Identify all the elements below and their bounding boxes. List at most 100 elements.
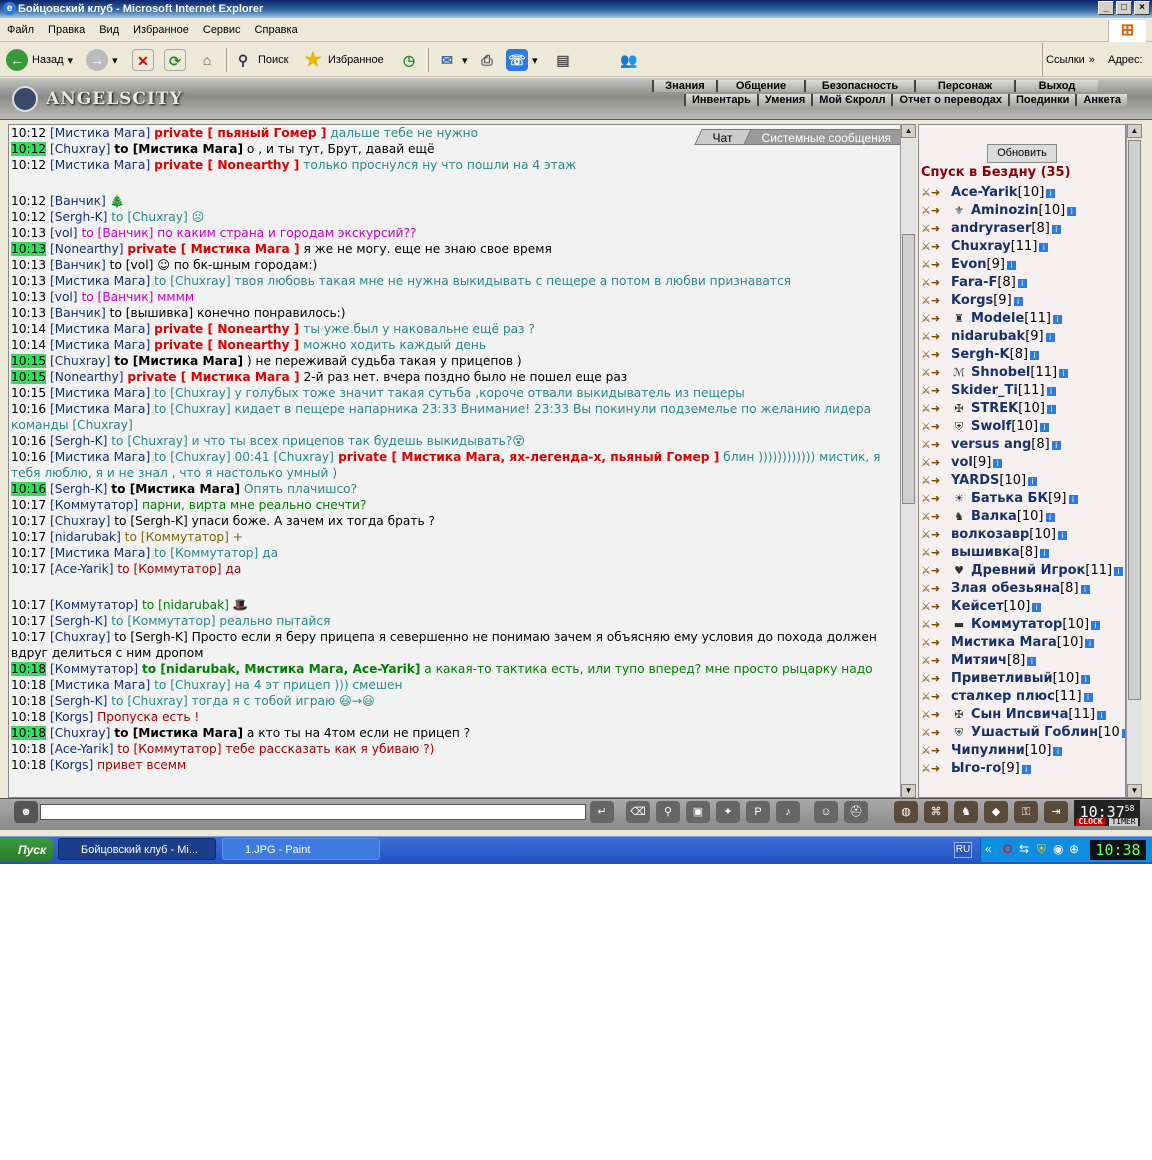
message-author[interactable]: [vol]: [50, 226, 78, 240]
message-recipient[interactable]: to [Chuxray]: [154, 274, 230, 288]
message-input[interactable]: [40, 804, 586, 820]
message-time[interactable]: 10:17: [11, 614, 46, 628]
menu-edit[interactable]: Правка: [41, 20, 92, 40]
send-enter-icon[interactable]: ↵: [590, 801, 614, 823]
message-recipient[interactable]: to [Chuxray]: [154, 386, 230, 400]
user-name[interactable]: Сын Ипсвича: [971, 706, 1068, 724]
scroll-down-icon[interactable]: ▼: [1127, 784, 1142, 798]
attack-icon[interactable]: ⚔➜: [921, 474, 943, 488]
nav-profile[interactable]: Анкета: [1075, 94, 1127, 106]
user-name[interactable]: Chuxray: [951, 238, 1011, 256]
menu-favorites[interactable]: Избранное: [126, 20, 196, 40]
message-recipient[interactable]: to [Sergh-K]: [114, 514, 188, 528]
refresh-button[interactable]: ⟳: [164, 47, 186, 73]
message-author[interactable]: [Chuxray]: [50, 142, 110, 156]
info-icon[interactable]: i: [1083, 692, 1093, 702]
clan-icon[interactable]: ⛨: [951, 724, 967, 742]
menu-file[interactable]: Файл: [0, 20, 41, 40]
scroll-icon[interactable]: ⌘: [924, 801, 948, 823]
info-icon[interactable]: i: [1080, 584, 1090, 594]
message-recipient[interactable]: to [nidarubak]: [142, 598, 229, 612]
message-time[interactable]: 10:18: [11, 662, 47, 676]
message-time[interactable]: 10:17: [11, 514, 46, 528]
nav-communication[interactable]: Общение: [716, 80, 804, 92]
user-name[interactable]: STREK: [971, 400, 1018, 418]
info-icon[interactable]: i: [1053, 746, 1063, 756]
user-name[interactable]: Злая обезьяна: [951, 580, 1060, 598]
nav-knowledge[interactable]: Знания: [652, 80, 716, 92]
info-icon[interactable]: i: [1045, 332, 1055, 342]
user-name[interactable]: Fara-F: [951, 274, 997, 292]
message-author[interactable]: [Мистика Мага]: [50, 678, 150, 692]
attack-icon[interactable]: ⚔➜: [921, 402, 943, 416]
message-time[interactable]: 10:18: [11, 694, 46, 708]
scroll-thumb[interactable]: [902, 234, 915, 504]
message-time[interactable]: 10:13: [11, 274, 46, 288]
message-recipient[interactable]: to [Ванчик]: [81, 226, 153, 240]
messenger-button[interactable]: ☏ ▾: [506, 47, 538, 73]
tab-chat[interactable]: Чат: [693, 129, 752, 145]
message-author[interactable]: [Sergh-K]: [50, 210, 107, 224]
tray-expand-icon[interactable]: «: [985, 842, 992, 856]
message-author[interactable]: [Ace-Yarik]: [50, 742, 113, 756]
info-icon[interactable]: i: [1039, 242, 1049, 252]
message-author[interactable]: [Nonearthy]: [50, 242, 124, 256]
message-time[interactable]: 10:17: [11, 598, 46, 612]
info-icon[interactable]: i: [1027, 656, 1037, 666]
attack-icon[interactable]: ⚔➜: [921, 204, 943, 218]
message-author[interactable]: [Мистика Мага]: [50, 450, 150, 464]
message-author[interactable]: [vol]: [50, 290, 78, 304]
private-recipient[interactable]: private [ пьяный Гомер ]: [154, 126, 326, 140]
attack-icon[interactable]: ⚔➜: [921, 582, 943, 596]
message-recipient[interactable]: to [Коммутатор]: [117, 742, 221, 756]
nav-duels[interactable]: Поединки: [1008, 94, 1076, 106]
message-recipient[interactable]: to [Мистика Мага]: [111, 482, 240, 496]
message-recipient[interactable]: to [Chuxray]: [154, 678, 230, 692]
message-recipient[interactable]: to [Мистика Мага]: [114, 726, 243, 740]
info-icon[interactable]: i: [1013, 296, 1023, 306]
message-author[interactable]: [Коммутатор]: [50, 662, 138, 676]
message-time[interactable]: 10:18: [11, 710, 46, 724]
message-author[interactable]: [Sergh-K]: [50, 614, 107, 628]
attack-icon[interactable]: ⚔➜: [921, 690, 943, 704]
attack-icon[interactable]: ⚔➜: [921, 618, 943, 632]
print-button[interactable]: ⎙: [476, 47, 498, 73]
message-recipient[interactable]: to [Коммутатор]: [125, 530, 229, 544]
user-name[interactable]: Батька БК: [971, 490, 1048, 508]
attack-icon[interactable]: ⚔➜: [921, 762, 943, 776]
minimize-button[interactable]: _: [1098, 1, 1114, 15]
message-author[interactable]: [Мистика Мага]: [50, 126, 150, 140]
message-time[interactable]: 10:18: [11, 678, 46, 692]
message-time[interactable]: 10:16: [11, 450, 46, 464]
attack-icon[interactable]: ⚔➜: [921, 240, 943, 254]
history-button[interactable]: ◷: [398, 47, 420, 73]
message-recipient[interactable]: to [Коммутатор]: [111, 614, 215, 628]
message-time[interactable]: 10:13: [11, 242, 47, 256]
user-name[interactable]: Валка: [971, 508, 1017, 526]
private-recipient[interactable]: private [ Мистика Мага, ях-легенда-х, пь…: [334, 450, 719, 464]
message-recipient[interactable]: to [nidarubak, Мистика Мага, Ace-Yarik]: [142, 662, 420, 676]
edit-button[interactable]: ▤: [552, 47, 574, 73]
message-recipient[interactable]: to [Мистика Мага]: [114, 142, 243, 156]
gem-icon[interactable]: ◆: [984, 801, 1008, 823]
message-author[interactable]: [Ace-Yarik]: [50, 562, 113, 576]
message-recipient[interactable]: to [Chuxray] 00:41 [Chuxray]: [154, 450, 334, 464]
close-button[interactable]: ×: [1134, 1, 1150, 15]
message-recipient[interactable]: to [Chuxray]: [154, 402, 230, 416]
message-time[interactable]: 10:12: [11, 126, 46, 140]
message-recipient[interactable]: to [Ванчик]: [81, 290, 153, 304]
attack-icon[interactable]: ⚔➜: [921, 420, 943, 434]
maximize-button[interactable]: □: [1116, 1, 1132, 15]
attack-icon[interactable]: ⚔➜: [921, 186, 943, 200]
info-icon[interactable]: i: [1021, 764, 1031, 774]
nav-skills[interactable]: Умения: [756, 94, 812, 106]
attack-icon[interactable]: ⚔➜: [921, 312, 943, 326]
message-author[interactable]: [Ванчик]: [50, 258, 106, 272]
bag-icon[interactable]: ◍: [894, 801, 918, 823]
speaker-head-icon[interactable]: ☻: [14, 801, 38, 823]
nav-exit[interactable]: Выход: [1014, 80, 1098, 92]
message-time[interactable]: 10:12: [11, 194, 46, 208]
message-time[interactable]: 10:13: [11, 290, 46, 304]
user-name[interactable]: Shnobel: [971, 364, 1030, 382]
exit-door-icon[interactable]: ⇥: [1044, 801, 1068, 823]
